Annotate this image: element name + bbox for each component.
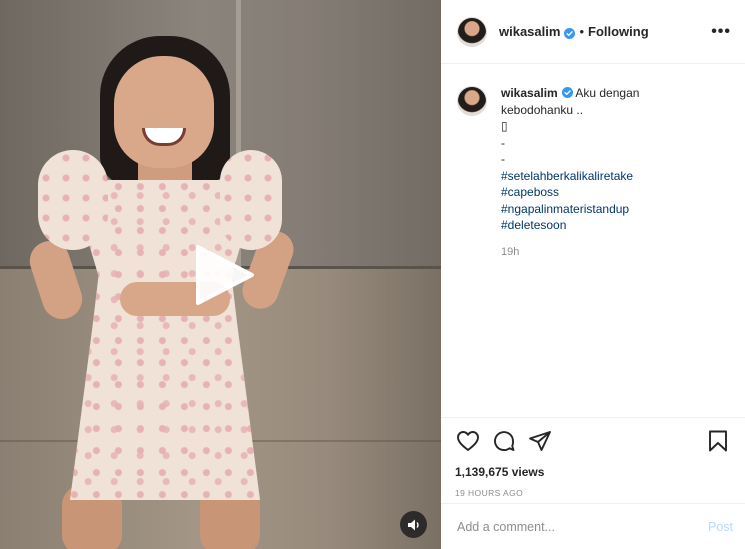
comment-icon[interactable] [491, 428, 517, 454]
caption-body: wikasalim Aku dengan kebodohanku .. ▯ - … [501, 85, 661, 260]
caption-area: wikasalim Aku dengan kebodohanku .. ▯ - … [441, 65, 745, 417]
heart-icon[interactable] [455, 428, 481, 454]
avatar[interactable] [457, 16, 487, 47]
more-options-icon[interactable]: ••• [711, 23, 731, 41]
subject-face [114, 56, 214, 168]
caption-avatar[interactable] [457, 86, 487, 116]
hashtag-link[interactable]: #capeboss [501, 184, 661, 201]
hashtag-link[interactable]: #ngapalinmateristandup [501, 201, 661, 218]
following-button[interactable]: Following [588, 24, 649, 39]
caption-timestamp[interactable]: 19h [501, 244, 661, 261]
username-link[interactable]: wikasalim [499, 24, 560, 39]
post-header: wikasalim • Following ••• [441, 0, 745, 64]
hashtag-link[interactable]: #deletesoon [501, 217, 661, 234]
bookmark-icon[interactable] [705, 428, 731, 454]
comment-input[interactable] [457, 519, 708, 534]
caption-row: wikasalim Aku dengan kebodohanku .. ▯ - … [441, 65, 745, 260]
separator-dot: • [579, 24, 584, 39]
caption-text-line: - [501, 135, 505, 150]
play-icon[interactable] [190, 242, 256, 308]
verified-badge-icon [564, 26, 576, 39]
caption-text-line: Aku dengan [575, 86, 640, 100]
action-icon-row [455, 426, 731, 456]
subject-sleeve-right [220, 150, 282, 250]
post-comment-button[interactable]: Post [708, 520, 733, 534]
post-timestamp[interactable]: 19 HOURS AGO [455, 488, 731, 498]
video-player[interactable] [0, 0, 441, 549]
speaker-icon[interactable] [400, 511, 427, 538]
caption-text-line: kebodohanku .. [501, 102, 584, 117]
view-count[interactable]: 1,139,675 views [455, 465, 731, 479]
verified-badge-icon [561, 86, 573, 98]
action-section: 1,139,675 views 19 HOURS AGO [441, 417, 745, 503]
caption-text-line: - [501, 152, 505, 166]
caption-username[interactable]: wikasalim [501, 86, 558, 100]
caption-text-line: ▯ [501, 119, 508, 133]
post-sidebar: wikasalim • Following ••• wikasalim Aku … [441, 0, 745, 549]
share-icon[interactable] [527, 428, 553, 454]
video-subject [24, 30, 300, 549]
hashtag-link[interactable]: #setelahberkalikaliretake [501, 168, 661, 185]
comment-bar: Post [441, 503, 745, 549]
subject-sleeve-left [38, 150, 108, 250]
